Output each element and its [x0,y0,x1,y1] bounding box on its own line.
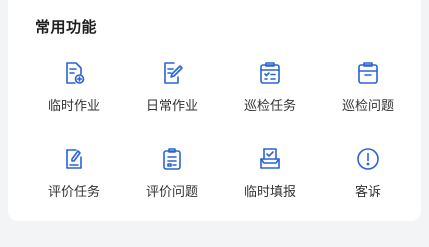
function-label: 巡检任务 [243,99,296,114]
function-inspection-issue[interactable]: 巡检问题 [319,58,417,124]
common-functions-card: 常用功能 临时作业 日常作业 巡检任务 巡检问题 评价任务 评价问题 临时填报 … [8,0,421,221]
document-add-icon [59,58,89,88]
section-title: 常用功能 [35,18,98,36]
function-daily-work[interactable]: 日常作业 [123,58,221,124]
function-label: 日常作业 [145,99,198,114]
function-temporary-report[interactable]: 临时填报 [221,144,319,210]
alert-circle-icon [353,144,383,174]
function-label: 客诉 [354,185,381,200]
function-complaint[interactable]: 客诉 [319,144,417,210]
function-label: 评价问题 [145,185,198,200]
evaluate-edit-icon [59,144,89,174]
clipboard-list-icon [157,144,187,174]
document-edit-icon [157,58,187,88]
function-label: 临时作业 [47,99,100,114]
function-label: 评价任务 [47,185,100,200]
function-evaluation-task[interactable]: 评价任务 [25,144,123,210]
function-label: 临时填报 [243,185,296,200]
function-temporary-work[interactable]: 临时作业 [25,58,123,124]
report-check-icon [255,144,285,174]
inspection-list-icon [255,58,285,88]
inspection-box-icon [353,58,383,88]
function-inspection-task[interactable]: 巡检任务 [221,58,319,124]
function-label: 巡检问题 [341,99,394,114]
function-evaluation-issue[interactable]: 评价问题 [123,144,221,210]
function-grid: 临时作业 日常作业 巡检任务 巡检问题 评价任务 评价问题 临时填报 客诉 [25,58,417,210]
